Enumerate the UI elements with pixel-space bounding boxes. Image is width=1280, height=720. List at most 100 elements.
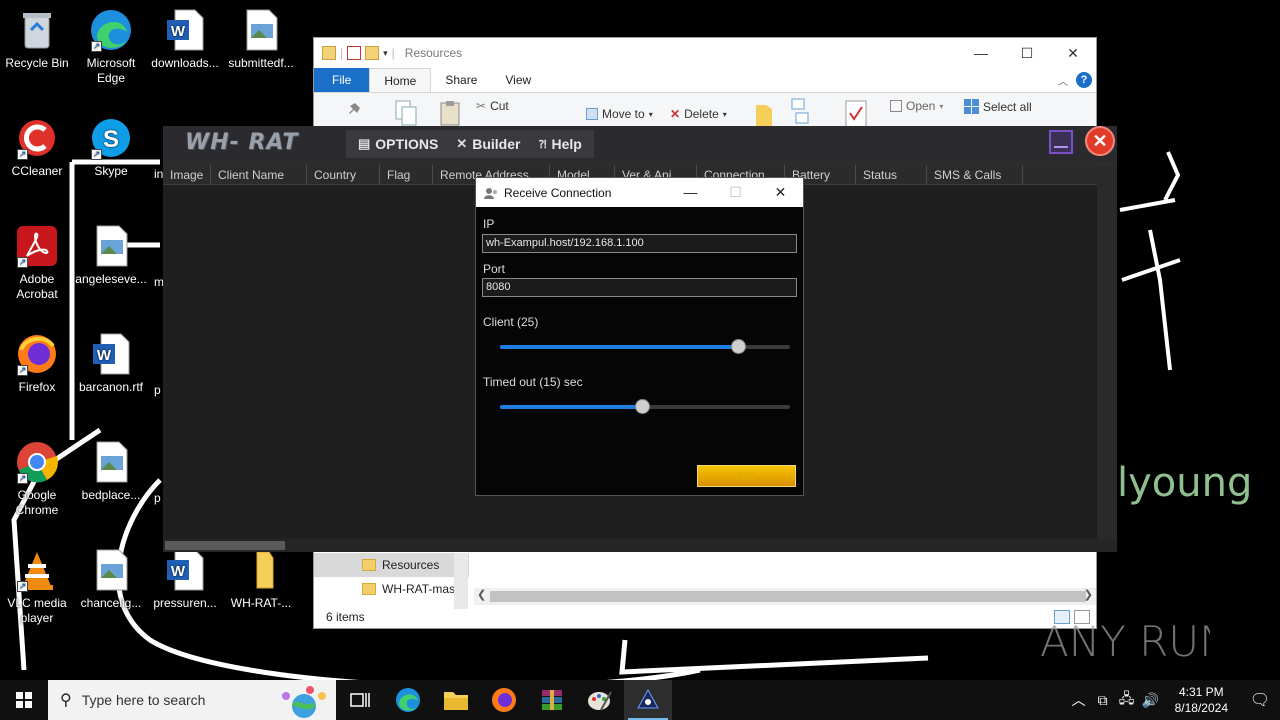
column-header[interactable]: Client Name	[211, 165, 307, 184]
nav-item-wh-rat[interactable]: WH-RAT-mas	[314, 577, 469, 601]
clock[interactable]: 4:31 PM 8/18/2024	[1163, 684, 1240, 716]
menu-help[interactable]: ⁈ Help	[538, 136, 581, 152]
dialog-window-controls: — ☐ ✕	[668, 184, 803, 201]
column-header[interactable]: Status	[856, 165, 927, 184]
show-hidden-icons-chevron-icon[interactable]: ︿	[1067, 690, 1091, 710]
shortcut-arrow-icon: ↗	[17, 473, 28, 484]
desktop-icon-microsoft-edge[interactable]: ↗ Microsoft Edge	[75, 8, 147, 86]
port-field[interactable]: 8080	[482, 278, 797, 297]
desktop-icon-pressuren[interactable]: W pressuren...	[149, 548, 221, 611]
delete-x-icon: ✕	[670, 107, 681, 121]
nav-scrollbar[interactable]	[454, 553, 468, 609]
new-folder-ribbon-icon[interactable]	[754, 101, 774, 127]
taskbar-winrar[interactable]	[528, 680, 576, 720]
dialog-close-button[interactable]: ✕	[758, 184, 803, 201]
ip-field[interactable]: wh-Exampul.host/192.168.1.100	[482, 234, 797, 253]
rat-horizontal-scrollbar[interactable]	[163, 539, 1117, 552]
desktop-icon-label: Microsoft Edge	[86, 56, 136, 85]
desktop-icon-wh-rat-folder[interactable]: WH-RAT-...	[225, 548, 297, 611]
move-to-button[interactable]: Move to ▾	[586, 107, 653, 121]
properties-icon[interactable]	[347, 46, 362, 60]
desktop-icon-label: pressuren...	[153, 596, 217, 610]
winrar-icon	[542, 690, 562, 710]
taskbar-file-explorer[interactable]	[432, 680, 480, 720]
tab-view[interactable]: View	[491, 68, 545, 92]
desktop-icon-downloads[interactable]: W downloads...	[149, 8, 221, 71]
desktop-icon-submittedf[interactable]: submittedf...	[225, 8, 297, 71]
dialog-minimize-button[interactable]: —	[668, 184, 713, 201]
rat-minimize-button[interactable]	[1049, 130, 1073, 154]
volume-icon[interactable]: 🔊	[1139, 692, 1163, 709]
question-icon: ⁈	[538, 138, 547, 151]
desktop-icon-adobe-acrobat[interactable]: ↗ Adobe Acrobat	[1, 224, 73, 302]
rat-vertical-scrollbar[interactable]	[1097, 165, 1117, 539]
notifications-icon[interactable]: 🗨	[1240, 690, 1280, 710]
tab-share[interactable]: Share	[431, 68, 491, 92]
desktop-icon-vlc[interactable]: ↗ VLC media player	[1, 548, 73, 626]
task-view-button[interactable]	[336, 680, 384, 720]
scroll-right-icon[interactable]: ❯	[1084, 588, 1093, 601]
desktop-icon-firefox[interactable]: ↗ Firefox	[1, 332, 73, 395]
partial-icon-label: in	[154, 167, 164, 181]
tab-file[interactable]: File	[314, 68, 370, 92]
paste-icon[interactable]	[438, 99, 462, 127]
desktop-icon-google-chrome[interactable]: ↗ Google Chrome	[1, 440, 73, 518]
properties-check-icon[interactable]	[844, 99, 868, 129]
open-button[interactable]: Open ▾	[890, 99, 943, 113]
nav-item-resources[interactable]: Resources	[314, 553, 469, 577]
scrollbar-thumb[interactable]	[165, 541, 285, 550]
timeout-label: Timed out (15) sec	[483, 375, 583, 389]
minimize-button[interactable]: —	[958, 45, 1004, 62]
taskbar-firefox[interactable]	[480, 680, 528, 720]
desktop-icon-barcanon[interactable]: W barcanon.rtf	[75, 332, 147, 395]
column-header[interactable]: Image	[163, 165, 211, 184]
menu-options[interactable]: ▤ OPTIONS	[358, 136, 438, 152]
slider-knob[interactable]	[730, 339, 746, 354]
taskbar-paint[interactable]	[576, 680, 624, 720]
ok-button[interactable]: OK	[697, 465, 796, 487]
maximize-button[interactable]: ☐	[1004, 45, 1050, 62]
cut-button[interactable]: ✂ Cut	[476, 99, 509, 113]
rat-close-button[interactable]: ✕	[1085, 126, 1115, 156]
network-adapter-icon[interactable]: ⧉	[1091, 692, 1115, 709]
slider-knob[interactable]	[635, 399, 651, 414]
start-button[interactable]	[0, 680, 48, 720]
wh-rat-logo: WH- RAT	[185, 130, 299, 155]
column-header[interactable]: Country	[307, 165, 380, 184]
horizontal-scrollbar[interactable]: ❮ ❯	[474, 588, 1096, 605]
new-item-icon[interactable]	[790, 97, 814, 127]
select-all-button[interactable]: Select all	[964, 99, 1032, 114]
svg-text:W: W	[97, 347, 112, 364]
column-header[interactable]: Flag	[380, 165, 433, 184]
desktop-icon-chancelig[interactable]: chancelig...	[75, 548, 147, 611]
menu-builder[interactable]: ✕ Builder	[456, 136, 520, 152]
taskbar-search-box[interactable]: ⚲ Type here to search	[48, 680, 336, 720]
scrollbar-thumb[interactable]	[490, 591, 1086, 602]
new-folder-icon[interactable]	[365, 46, 380, 60]
tab-home[interactable]: Home	[369, 68, 432, 92]
timeout-slider[interactable]	[500, 399, 790, 415]
client-slider[interactable]	[500, 339, 790, 355]
desktop-icon-ccleaner[interactable]: ↗ CCleaner	[1, 116, 73, 179]
copy-icon[interactable]	[394, 99, 418, 127]
close-button[interactable]: ✕	[1050, 45, 1096, 62]
taskbar-edge[interactable]	[384, 680, 432, 720]
desktop-icon-bedplace[interactable]: bedplace...	[75, 440, 147, 503]
help-icon[interactable]: ?	[1076, 72, 1092, 88]
collapse-ribbon-icon[interactable]: ︿	[1058, 73, 1068, 88]
desktop-icon-skype[interactable]: S ↗ Skype	[75, 116, 147, 179]
desktop-icon-recycle-bin[interactable]: Recycle Bin	[1, 8, 73, 71]
customize-dropdown-icon[interactable]: ▾	[383, 48, 388, 59]
ethernet-icon[interactable]: 🖧	[1115, 688, 1139, 712]
scroll-left-icon[interactable]: ❮	[477, 588, 486, 601]
desktop-icon-angeleseve[interactable]: angeleseve...	[75, 224, 147, 287]
column-header[interactable]: SMS & Calls	[927, 165, 1023, 184]
taskbar-wh-rat[interactable]	[624, 680, 672, 720]
cut-label: Cut	[490, 99, 509, 113]
delete-button[interactable]: ✕ Delete ▾	[670, 107, 727, 121]
desktop-icon-label: submittedf...	[228, 56, 294, 70]
wh-rat-icon	[637, 688, 659, 709]
clock-date: 8/18/2024	[1174, 701, 1228, 715]
move-to-label: Move to	[602, 107, 645, 121]
pin-icon[interactable]	[344, 101, 362, 119]
